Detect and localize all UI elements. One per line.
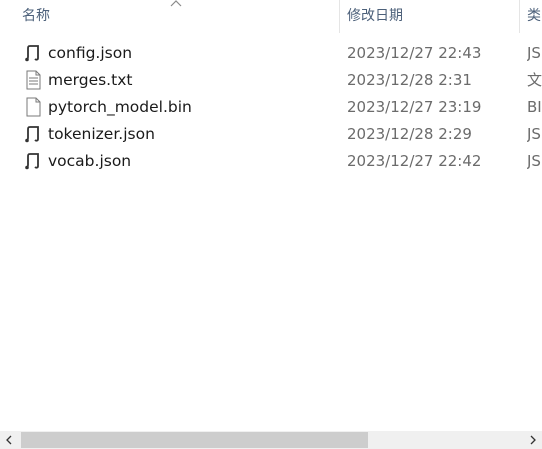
column-header-date-modified[interactable]: 修改日期 — [347, 0, 403, 33]
file-row[interactable]: vocab.json 2023/12/27 22:42 JS — [0, 148, 542, 175]
column-header-name[interactable]: 名称 — [22, 0, 50, 33]
horizontal-scrollbar[interactable] — [0, 431, 542, 449]
column-divider[interactable] — [519, 0, 520, 33]
scroll-right-icon[interactable] — [524, 431, 542, 449]
file-name: merges.txt — [48, 71, 133, 89]
file-date-modified: 2023/12/27 23:19 — [347, 98, 482, 116]
sort-ascending-icon — [170, 0, 182, 7]
file-row[interactable]: merges.txt 2023/12/28 2:31 文 — [0, 67, 542, 94]
file-name: vocab.json — [48, 152, 132, 170]
column-divider[interactable] — [339, 0, 340, 33]
json-file-icon — [25, 126, 39, 143]
json-file-icon — [25, 45, 39, 62]
text-file-icon — [26, 70, 41, 90]
column-header-bar: 名称 修改日期 类 — [0, 0, 542, 36]
file-date-modified: 2023/12/27 22:43 — [347, 44, 482, 62]
file-type: 文 — [527, 71, 542, 89]
file-date-modified: 2023/12/28 2:31 — [347, 71, 472, 89]
file-row[interactable]: tokenizer.json 2023/12/28 2:29 JS — [0, 121, 542, 148]
file-date-modified: 2023/12/27 22:42 — [347, 152, 482, 170]
scroll-left-icon[interactable] — [0, 431, 18, 449]
file-row[interactable]: pytorch_model.bin 2023/12/27 23:19 BI — [0, 94, 542, 121]
file-type: BI — [527, 98, 542, 116]
file-type: JS — [527, 125, 541, 143]
file-type: JS — [527, 152, 541, 170]
file-name: config.json — [48, 44, 133, 62]
file-row[interactable]: config.json 2023/12/27 22:43 JS — [0, 40, 542, 67]
scrollbar-thumb[interactable] — [21, 432, 368, 448]
blank-file-icon — [26, 97, 41, 117]
file-name: pytorch_model.bin — [48, 98, 192, 116]
file-type: JS — [527, 44, 541, 62]
file-date-modified: 2023/12/28 2:29 — [347, 125, 472, 143]
column-header-type[interactable]: 类 — [527, 0, 541, 33]
json-file-icon — [25, 153, 39, 170]
file-name: tokenizer.json — [48, 125, 155, 143]
